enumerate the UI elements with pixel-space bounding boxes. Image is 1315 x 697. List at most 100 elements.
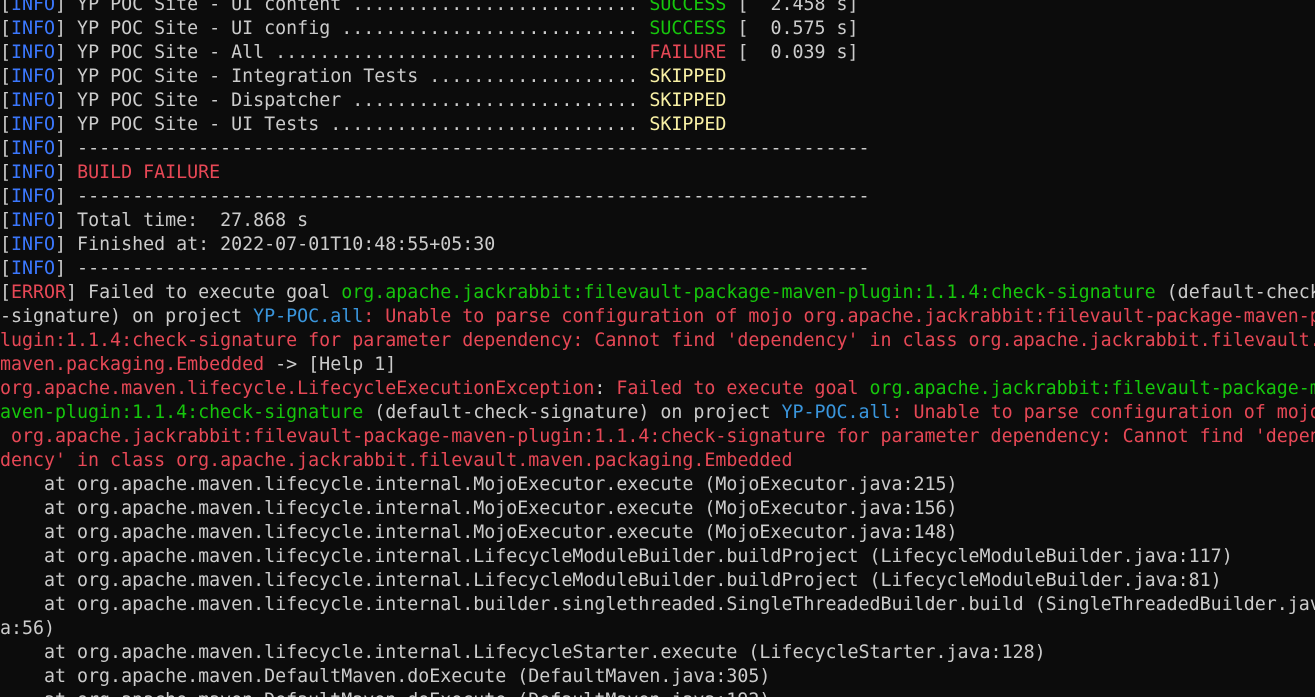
text-segment: SKIPPED (649, 66, 727, 87)
text-segment: at org.apache.maven.lifecycle.internal.L… (0, 570, 1222, 591)
text-segment: ] YP POC Site - All ....................… (55, 42, 650, 63)
terminal-line: [INFO] YP POC Site - All ...............… (0, 41, 1315, 65)
terminal-line: at org.apache.maven.lifecycle.internal.b… (0, 593, 1315, 617)
text-segment: FAILURE (649, 42, 727, 63)
text-segment: ] Total time: 27.868 s (55, 210, 309, 231)
text-segment: ] YP POC Site - Integration Tests ......… (55, 66, 650, 87)
terminal-line: [INFO] ---------------------------------… (0, 257, 1315, 281)
text-segment: INFO (11, 138, 56, 159)
text-segment: a:56) (0, 618, 56, 639)
text-segment: [ (0, 258, 12, 279)
terminal-line: [INFO] ---------------------------------… (0, 185, 1315, 209)
text-segment: INFO (11, 186, 56, 207)
text-segment: SKIPPED (649, 114, 727, 135)
text-segment: ] Failed to execute goal (66, 282, 342, 303)
text-segment: [ (0, 0, 12, 15)
terminal-window[interactable]: [INFO] YP POC Site - UI content ........… (0, 0, 1315, 697)
text-segment: ] YP POC Site - Dispatcher .............… (55, 90, 650, 111)
terminal-line: [INFO] YP POC Site - UI Tests ..........… (0, 113, 1315, 137)
text-segment: aven-plugin:1.1.4:check-signature (0, 402, 364, 423)
terminal-line: lugin:1.1.4:check-signature for paramete… (0, 329, 1315, 353)
text-segment: [ (0, 42, 12, 63)
terminal-line: at org.apache.maven.lifecycle.internal.M… (0, 497, 1315, 521)
text-segment: ] --------------------------------------… (55, 138, 870, 159)
text-segment: [ (0, 114, 12, 135)
text-segment: INFO (11, 114, 56, 135)
text-segment: at org.apache.maven.lifecycle.internal.M… (0, 498, 958, 519)
text-segment: SKIPPED (649, 90, 727, 111)
text-segment: [ 2.458 s] (726, 0, 859, 15)
text-segment: org.apache.jackrabbit:filevault-package-… (341, 282, 1156, 303)
text-segment: [ (0, 162, 12, 183)
text-segment: [ (0, 18, 12, 39)
text-segment: INFO (11, 210, 56, 231)
text-segment: [ (0, 186, 12, 207)
terminal-line: [INFO] Total time: 27.868 s (0, 209, 1315, 233)
text-segment: YP-POC.all (781, 402, 892, 423)
terminal-line: [INFO] YP POC Site - UI content ........… (0, 0, 1315, 17)
terminal-output: [INFO] YP POC Site - UI content ........… (0, 0, 1315, 697)
text-segment: [ (0, 234, 12, 255)
text-segment: (default-check (1155, 282, 1315, 303)
text-segment: at org.apache.maven.lifecycle.internal.L… (0, 642, 1046, 663)
text-segment: org.apache.jackrabbit:filevault-package-… (869, 378, 1315, 399)
terminal-line: a:56) (0, 617, 1315, 641)
text-segment: -signature) on project (0, 306, 254, 327)
text-segment: INFO (11, 162, 56, 183)
text-segment: ] --------------------------------------… (55, 186, 870, 207)
text-segment: ERROR (11, 282, 67, 303)
text-segment: BUILD FAILURE (77, 162, 221, 183)
text-segment: ] YP POC Site - UI Tests ...............… (55, 114, 650, 135)
text-segment: SUCCESS (649, 18, 727, 39)
text-segment: INFO (11, 234, 56, 255)
text-segment: at org.apache.maven.lifecycle.internal.M… (0, 522, 958, 543)
terminal-line: maven.packaging.Embedded -> [Help 1] (0, 353, 1315, 377)
terminal-line: dency' in class org.apache.jackrabbit.fi… (0, 449, 1315, 473)
text-segment: at org.apache.maven.lifecycle.internal.M… (0, 474, 958, 495)
text-segment: [ (0, 66, 12, 87)
terminal-line: at org.apache.maven.lifecycle.internal.M… (0, 473, 1315, 497)
text-segment: [ (0, 138, 12, 159)
terminal-line: [INFO] Finished at: 2022-07-01T10:48:55+… (0, 233, 1315, 257)
terminal-line: org.apache.maven.lifecycle.LifecycleExec… (0, 377, 1315, 401)
terminal-line: at org.apache.maven.DefaultMaven.doExecu… (0, 665, 1315, 689)
terminal-line: [INFO] ---------------------------------… (0, 137, 1315, 161)
text-segment: [ 0.039 s] (726, 42, 859, 63)
terminal-line: at org.apache.maven.lifecycle.internal.L… (0, 569, 1315, 593)
text-segment: lugin:1.1.4:check-signature for paramete… (0, 330, 1315, 351)
text-segment: : Unable to parse configuration of mojo … (363, 306, 1315, 327)
text-segment: at org.apache.maven.lifecycle.internal.L… (0, 546, 1233, 567)
text-segment: -> [Help 1] (264, 354, 397, 375)
text-segment: ] (55, 162, 78, 183)
text-segment: : (594, 378, 617, 399)
text-segment: ] YP POC Site - UI content .............… (55, 0, 650, 15)
text-segment: ] Finished at: 2022-07-01T10:48:55+05:30 (55, 234, 496, 255)
text-segment: INFO (11, 90, 56, 111)
text-segment: INFO (11, 0, 56, 15)
text-segment: dency' in class org.apache.jackrabbit.fi… (0, 450, 793, 471)
text-segment: [ 0.575 s] (726, 18, 859, 39)
text-segment: at org.apache.maven.lifecycle.internal.b… (0, 594, 1315, 615)
text-segment: : Unable to parse configuration of mojo (891, 402, 1315, 423)
text-segment: YP-POC.all (253, 306, 364, 327)
terminal-line: [INFO] BUILD FAILURE (0, 161, 1315, 185)
text-segment: org.apache.jackrabbit:filevault-package-… (0, 426, 1315, 447)
terminal-line: aven-plugin:1.1.4:check-signature (defau… (0, 401, 1315, 425)
terminal-line: [INFO] YP POC Site - UI config .........… (0, 17, 1315, 41)
terminal-line: [ERROR] Failed to execute goal org.apach… (0, 281, 1315, 305)
text-segment: INFO (11, 42, 56, 63)
text-segment: ] YP POC Site - UI config ..............… (55, 18, 650, 39)
text-segment: [ (0, 210, 12, 231)
text-segment: (default-check-signature) on project (363, 402, 782, 423)
terminal-line: -signature) on project YP-POC.all: Unabl… (0, 305, 1315, 329)
text-segment: INFO (11, 18, 56, 39)
text-segment: [ (0, 282, 12, 303)
text-segment: ] --------------------------------------… (55, 258, 870, 279)
text-segment: at org.apache.maven.DefaultMaven.doExecu… (0, 666, 771, 687)
text-segment: INFO (11, 66, 56, 87)
terminal-line: at org.apache.maven.lifecycle.internal.L… (0, 641, 1315, 665)
text-segment: [ (0, 90, 12, 111)
terminal-line: at org.apache.maven.lifecycle.internal.L… (0, 545, 1315, 569)
terminal-line: at org.apache.maven.lifecycle.internal.M… (0, 521, 1315, 545)
text-segment: SUCCESS (649, 0, 727, 15)
